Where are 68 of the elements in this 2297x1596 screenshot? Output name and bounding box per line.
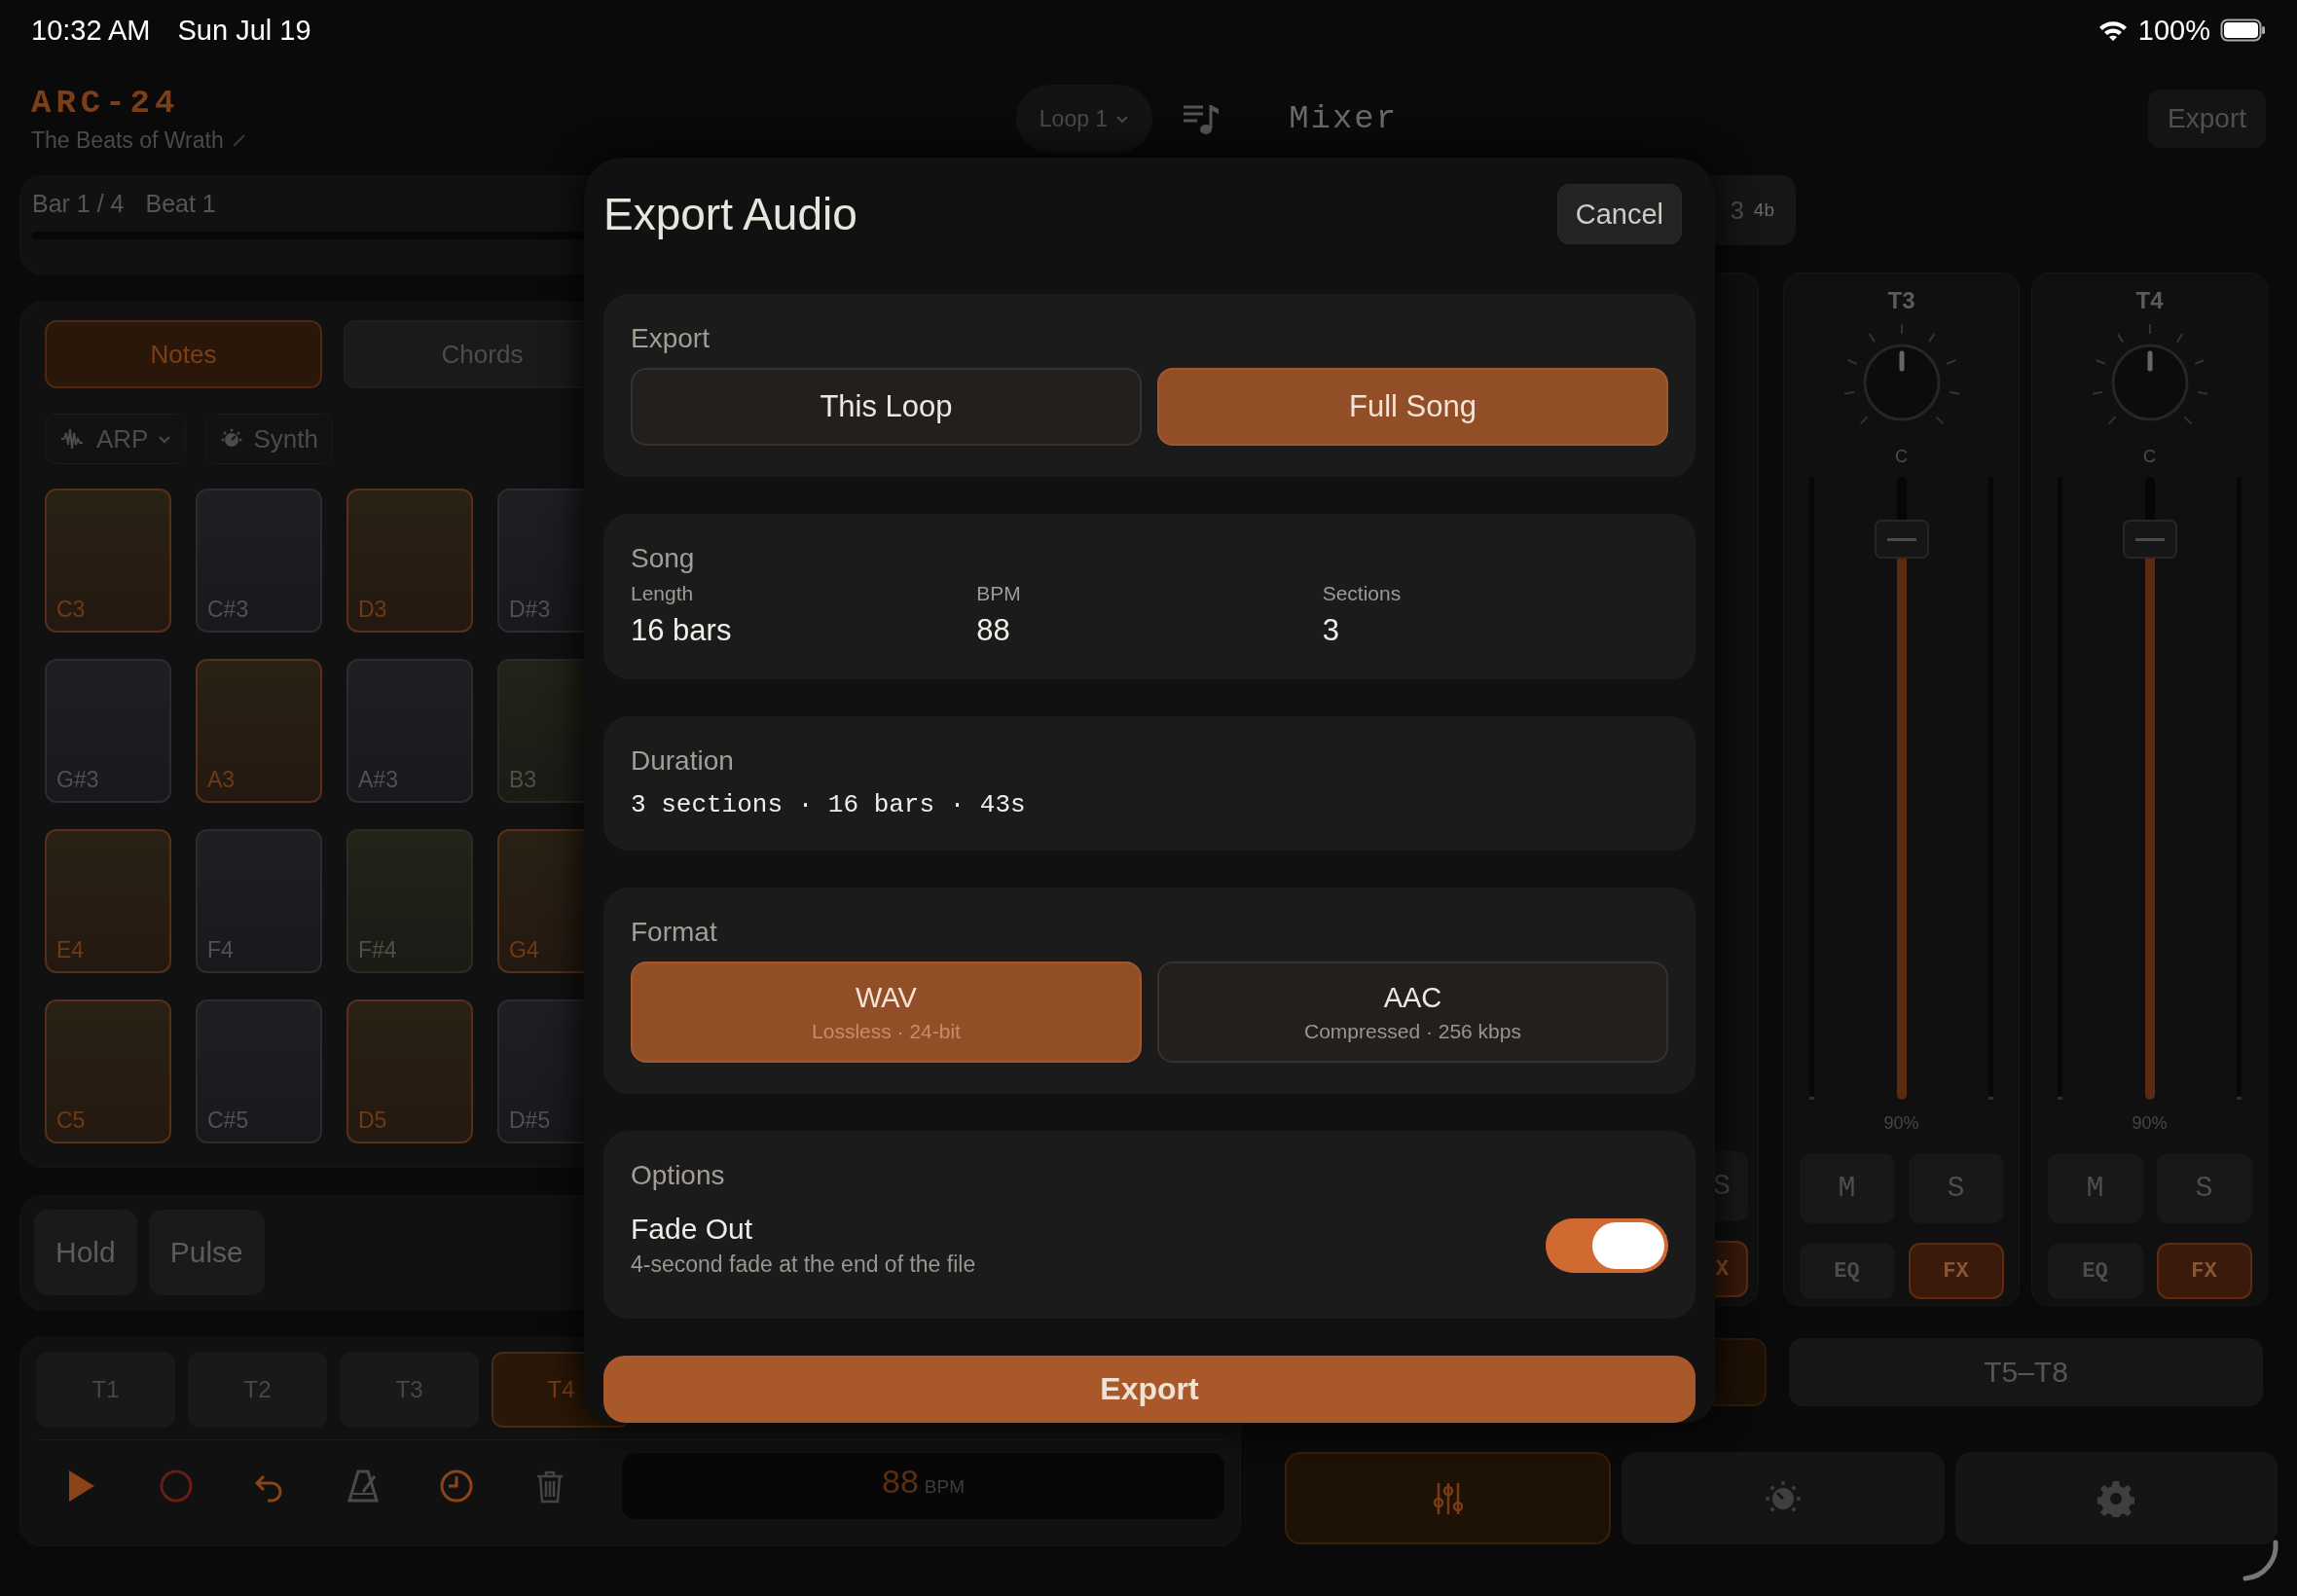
metronome-icon[interactable] [346,1469,381,1504]
chevron-down-icon [1115,113,1130,125]
tempo-value: 88 [882,1463,919,1501]
pan-label: C [1895,447,1908,467]
note-pad[interactable]: G#3 [45,659,171,803]
app-logo: ARC-24 [31,84,181,122]
section-label: Options [631,1160,726,1191]
record-icon[interactable] [159,1469,194,1504]
stat-value: 16 bars [631,613,733,648]
stat-label: Sections [1322,582,1403,605]
note-pad[interactable]: A3 [196,659,322,803]
scope-option[interactable]: Full Song [1157,368,1668,446]
bank-tab[interactable]: T5–T8 [1789,1338,2263,1406]
export-button[interactable]: Export [603,1356,1695,1423]
pencil-icon[interactable] [231,132,246,148]
section-label: Format [631,917,718,948]
format-option[interactable]: WAV Lossless · 24-bit [631,961,1142,1063]
scroll-indicator [2242,1540,2279,1582]
format-option[interactable]: AAC Compressed · 256 kbps [1157,961,1668,1063]
section-label: Export [631,323,711,354]
pan-label: C [2143,447,2156,467]
stat-label: Length [631,582,695,605]
battery-percentage: 100% [2137,14,2210,47]
track-name: T3 [1887,287,1915,314]
stat-value: 88 [976,613,1011,648]
scope-option[interactable]: This Loop [631,368,1142,446]
note-pad[interactable]: C#3 [196,489,322,633]
view-title: Mixer [1289,100,1399,137]
project-name: The Beats of Wrath [31,127,224,154]
fader-handle[interactable] [2122,520,2177,559]
battery-icon [2220,18,2266,42]
fx-button[interactable]: FX [2156,1243,2252,1299]
note-pad[interactable]: D3 [346,489,473,633]
beat-counter: Beat 1 [145,190,216,218]
note-pad[interactable]: C3 [45,489,171,633]
fader-handle[interactable] [1874,520,1929,559]
status-date: Sun Jul 19 [177,14,311,47]
clock-icon[interactable] [439,1469,474,1504]
duration-summary: 3 sections · 16 bars · 43s [631,790,1027,819]
option-title: Fade Out [631,1213,754,1246]
fx-button[interactable]: FX [1908,1243,2004,1299]
note-pad[interactable]: C#5 [196,999,322,1143]
dialog-title: Export Audio [603,188,857,240]
section-label: Duration [631,745,735,777]
note-pad[interactable]: D5 [346,999,473,1143]
view-tab[interactable] [1954,1452,2278,1544]
pattern-dropdown[interactable]: ARP [45,414,187,464]
note-pad[interactable]: F4 [196,829,322,973]
cancel-button[interactable]: Cancel [1556,184,1682,244]
note-pad[interactable]: C5 [45,999,171,1143]
pulse-button[interactable]: Pulse [148,1210,265,1295]
note-pad[interactable]: A#3 [346,659,473,803]
chevron-down-icon [158,433,172,445]
view-tab[interactable] [1285,1452,1612,1544]
export-button[interactable]: Export [2148,90,2266,148]
loop-length: 4b [1753,200,1774,221]
option-description: 4-second fade at the end of the file [631,1251,976,1278]
settings-icon [2097,1479,2135,1517]
stat-value: 3 [1322,613,1340,648]
hold-button[interactable]: Hold [34,1210,137,1295]
mode-tab[interactable]: Notes [45,320,322,388]
stat-label: BPM [976,582,1022,605]
bar-counter: Bar 1 / 4 [32,190,125,218]
sound-selector[interactable]: Synth [205,414,333,464]
note-pad[interactable]: E4 [45,829,171,973]
status-time: 10:32 AM [31,14,151,47]
section-label: Song [631,543,696,574]
track-name: T4 [2135,287,2164,314]
